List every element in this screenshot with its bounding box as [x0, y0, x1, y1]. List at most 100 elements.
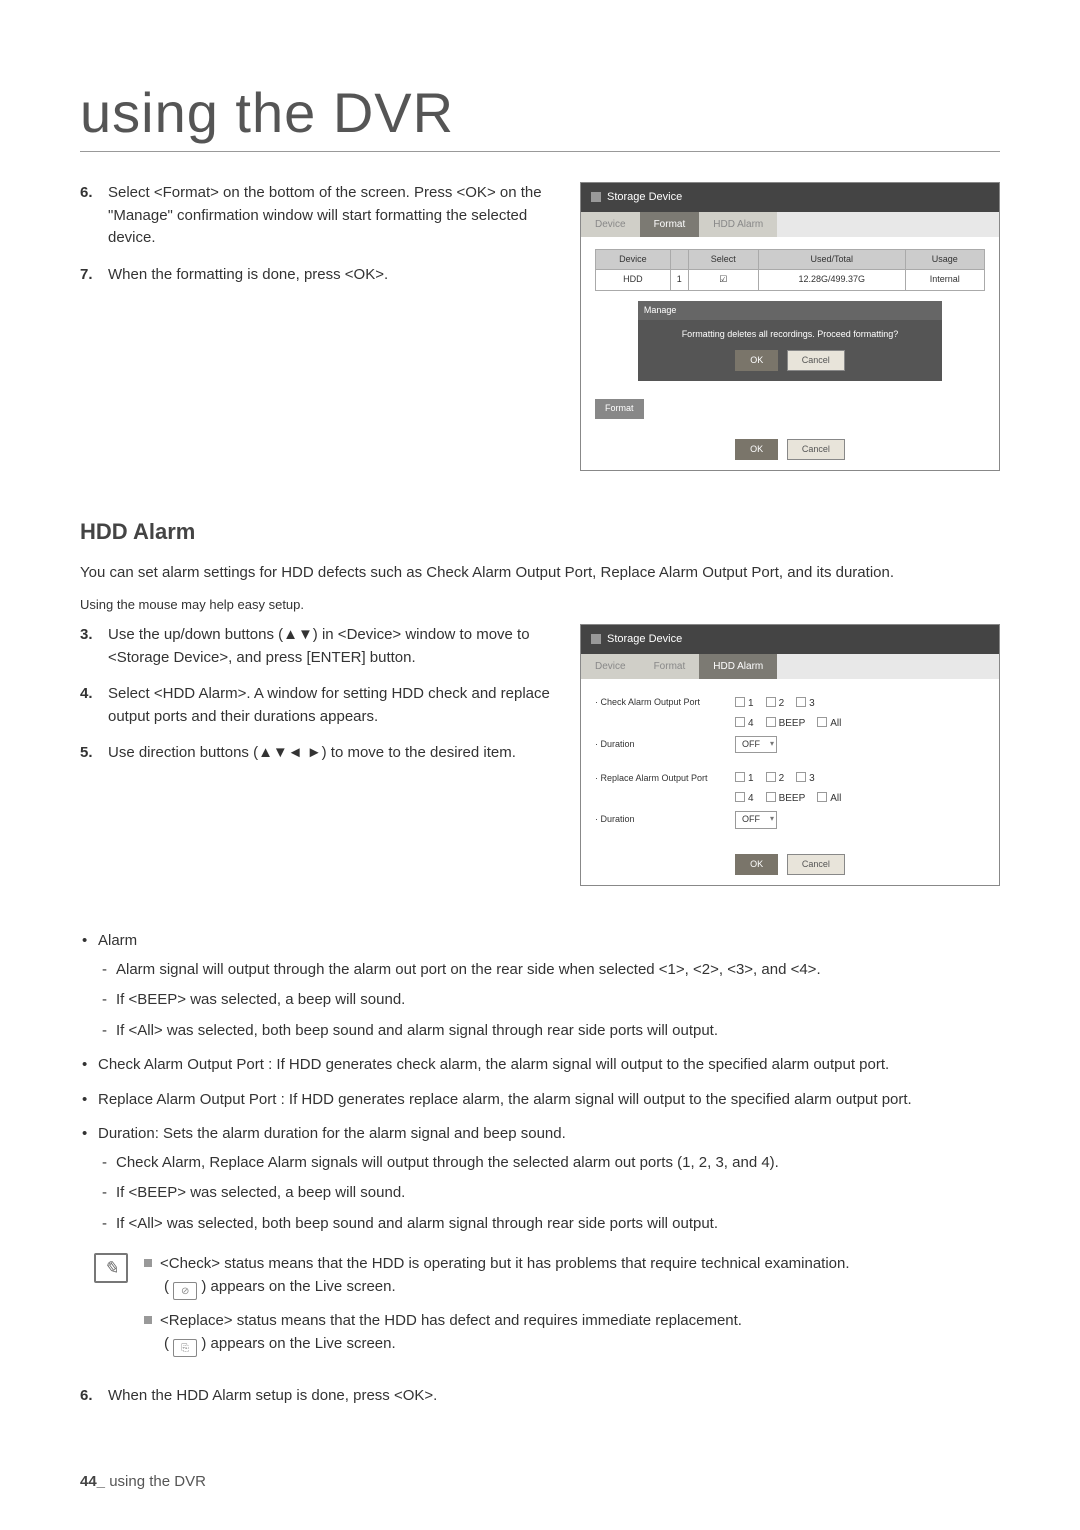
page-number: 44_: [80, 1473, 105, 1490]
dash-item: Alarm signal will output through the ala…: [98, 959, 1000, 982]
dash-item: If <BEEP> was selected, a beep will soun…: [98, 989, 1000, 1012]
section-heading-hdd-alarm: HDD Alarm: [80, 515, 1000, 548]
step-number: 5.: [80, 742, 93, 765]
step-6-final: 6. When the HDD Alarm setup is done, pres…: [80, 1385, 1000, 1408]
th-device: Device: [596, 249, 671, 270]
step-number: 3.: [80, 624, 93, 647]
check-beep: BEEP: [779, 718, 806, 729]
checkbox[interactable]: [735, 717, 745, 727]
step-number: 7.: [80, 264, 93, 287]
cancel-button[interactable]: Cancel: [787, 854, 845, 876]
page-title: using the DVR: [80, 80, 1000, 152]
window-title: Storage Device: [607, 189, 682, 206]
checkbox[interactable]: [766, 717, 776, 727]
bullet-text: Duration: Sets the alarm duration for th…: [98, 1125, 566, 1142]
checkbox[interactable]: [735, 792, 745, 802]
step-text: Select <Format> on the bottom of the scr…: [108, 184, 542, 246]
dialog-message: Formatting deletes all recordings. Proce…: [646, 328, 934, 342]
check-alarm-row: · Check Alarm Output Port 1 2 3: [595, 696, 985, 711]
manage-dialog: Manage Formatting deletes all recordings…: [638, 301, 942, 382]
row-label: · Duration: [595, 813, 735, 827]
tab-hdd-alarm[interactable]: HDD Alarm: [699, 654, 777, 679]
step-number: 6.: [80, 1385, 93, 1408]
step-5: 5. Use direction buttons (▲▼◄ ►) to move …: [80, 742, 556, 765]
format-button[interactable]: Format: [595, 399, 644, 419]
bullet-replace-port: Replace Alarm Output Port : If HDD gener…: [80, 1089, 1000, 1112]
checkbox[interactable]: [817, 717, 827, 727]
row-label: · Duration: [595, 738, 735, 752]
step-number: 4.: [80, 683, 93, 706]
checkbox[interactable]: [766, 792, 776, 802]
check-3: 3: [809, 773, 815, 784]
replace-alarm-row: · Replace Alarm Output Port 1 2 3: [595, 771, 985, 786]
step-6: 6.Select <Format> on the bottom of the s…: [80, 182, 556, 250]
bullet-check-port: Check Alarm Output Port : If HDD generat…: [80, 1054, 1000, 1077]
check-1: 1: [748, 773, 754, 784]
checkbox[interactable]: [796, 697, 806, 707]
th-select: Select: [688, 249, 758, 270]
window-icon: [591, 192, 601, 202]
dash-item: If <All> was selected, both beep sound a…: [98, 1020, 1000, 1043]
cancel-button[interactable]: Cancel: [787, 439, 845, 461]
checkbox[interactable]: [766, 772, 776, 782]
duration-select[interactable]: OFF: [735, 736, 777, 754]
duration-select[interactable]: OFF: [735, 811, 777, 829]
bullet-alarm: Alarm Alarm signal will output through t…: [80, 930, 1000, 1042]
step-7: 7. When the formatting is done, press <OK…: [80, 264, 556, 287]
checkbox[interactable]: [817, 792, 827, 802]
cell-device: HDD: [596, 270, 671, 291]
checkbox[interactable]: [796, 772, 806, 782]
step-text: When the formatting is done, press <OK>.: [108, 266, 388, 283]
window-title: Storage Device: [607, 631, 682, 648]
step-text: When the HDD Alarm setup is done, press …: [108, 1387, 437, 1404]
tab-format[interactable]: Format: [640, 654, 700, 679]
note-text: <Replace> status means that the HDD has …: [160, 1312, 742, 1329]
tab-device[interactable]: Device: [581, 212, 640, 237]
check-2: 2: [779, 698, 785, 709]
dash-item: If <All> was selected, both beep sound a…: [98, 1213, 1000, 1236]
th-blank: [670, 249, 688, 270]
device-table: Device Select Used/Total Usage HDD 1 ☑ 1…: [595, 249, 985, 291]
row-label: · Check Alarm Output Port: [595, 696, 735, 710]
note-text: <Check> status means that the HDD is ope…: [160, 1255, 850, 1272]
cell-used-total: 12.28G/499.37G: [758, 270, 905, 291]
check-2: 2: [779, 773, 785, 784]
duration-row: · Duration OFF: [595, 811, 985, 829]
check-1: 1: [748, 698, 754, 709]
note-icon: ✎: [94, 1253, 128, 1283]
th-used-total: Used/Total: [758, 249, 905, 270]
window-icon: [591, 634, 601, 644]
th-usage: Usage: [905, 249, 984, 270]
tab-hdd-alarm[interactable]: HDD Alarm: [699, 212, 777, 237]
step-text: Select <HDD Alarm>. A window for setting…: [108, 685, 550, 725]
check-4: 4: [748, 718, 754, 729]
cell-index: 1: [670, 270, 688, 291]
ok-button[interactable]: OK: [735, 439, 778, 461]
footer-text: using the DVR: [109, 1473, 206, 1490]
hdd-replace-icon: ⎘: [173, 1339, 197, 1357]
check-all: All: [830, 793, 841, 804]
checkbox[interactable]: [766, 697, 776, 707]
square-bullet-icon: [144, 1259, 152, 1267]
dash-item: Check Alarm, Replace Alarm signals will …: [98, 1152, 1000, 1175]
dialog-ok-button[interactable]: OK: [735, 350, 778, 372]
page-footer: 44_ using the DVR: [80, 1473, 206, 1490]
dialog-cancel-button[interactable]: Cancel: [787, 350, 845, 372]
checkbox[interactable]: [735, 697, 745, 707]
row-label: · Replace Alarm Output Port: [595, 772, 735, 786]
bullet-text: Alarm: [98, 932, 137, 949]
table-row: HDD 1 ☑ 12.28G/499.37G Internal: [596, 270, 985, 291]
section-hint: Using the mouse may help easy setup.: [80, 595, 1000, 615]
tab-device[interactable]: Device: [581, 654, 640, 679]
duration-row: · Duration OFF: [595, 736, 985, 754]
hdd-check-icon: ⊘: [173, 1282, 197, 1300]
tab-format[interactable]: Format: [640, 212, 700, 237]
cell-select[interactable]: ☑: [688, 270, 758, 291]
step-3: 3.Use the up/down buttons (▲▼) in <Devic…: [80, 624, 556, 669]
note-check: <Check> status means that the HDD is ope…: [144, 1253, 1000, 1300]
checkbox[interactable]: [735, 772, 745, 782]
screenshot-storage-format: Storage Device Device Format HDD Alarm D…: [580, 182, 1000, 471]
step-text: Use direction buttons (▲▼◄ ►) to move to…: [108, 744, 516, 761]
step-4: 4. Select <HDD Alarm>. A window for setti…: [80, 683, 556, 728]
ok-button[interactable]: OK: [735, 854, 778, 876]
